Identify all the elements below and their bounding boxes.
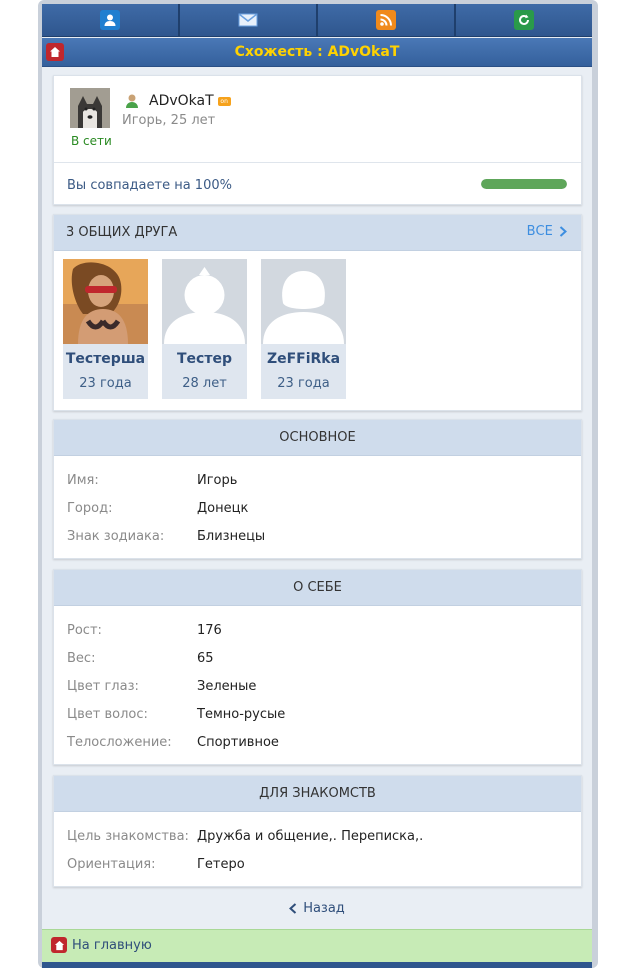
match-progress-bar [481, 179, 567, 189]
common-friends-header: 3 ОБЩИХ ДРУГА ВСЕ [54, 215, 581, 251]
basic-info-heading: ОСНОВНОЕ [279, 430, 356, 445]
contacts-icon [100, 10, 120, 30]
profile-card: ADvOkaT on Игорь, 25 лет В сети Вы совпад… [53, 75, 582, 205]
online-badge-icon: on [217, 96, 231, 106]
nav-mail-button[interactable] [180, 4, 318, 37]
common-friends-card: 3 ОБЩИХ ДРУГА ВСЕ Тестерша 23 года Тесте… [53, 214, 582, 411]
username-text: ADvOkaT [149, 93, 214, 109]
info-label: Имя: [67, 473, 99, 488]
friend-name: ZeFFiRka [266, 351, 341, 367]
info-label: Ориентация: [67, 857, 156, 872]
default-male-avatar-icon [162, 259, 247, 344]
title-bar: Схожесть : ADvOkaT [42, 38, 592, 67]
bottom-strip [42, 962, 592, 968]
nav-refresh-button[interactable] [456, 4, 592, 37]
user-avatar[interactable] [70, 88, 110, 128]
friend-age: 23 года [79, 376, 132, 391]
default-female-avatar-icon [261, 259, 346, 344]
back-link[interactable]: Назад [42, 901, 592, 916]
info-value: Зеленые [197, 679, 257, 694]
info-label: Вес: [67, 651, 96, 666]
about-card: О СЕБЕ Рост: 176 Вес: 65 Цвет глаз: Зеленые… [53, 569, 582, 765]
about-heading: О СЕБЕ [293, 580, 342, 595]
common-friends-heading: 3 ОБЩИХ ДРУГА [66, 225, 178, 240]
page-title: Схожесть : ADvOkaT [234, 44, 400, 60]
divider [54, 162, 581, 163]
friend-age: 28 лет [182, 376, 227, 391]
info-label: Цвет глаз: [67, 679, 139, 694]
back-label: Назад [303, 901, 345, 916]
basic-info-header: ОСНОВНОЕ [54, 420, 581, 456]
info-label: Цвет волос: [67, 707, 148, 722]
info-value: Спортивное [197, 735, 279, 750]
friend-photo [63, 259, 148, 344]
all-friends-label: ВСЕ [526, 224, 553, 239]
friend-name: Тестерша [65, 351, 146, 367]
info-value: Дружба и общение,. Переписка,. [197, 829, 424, 844]
rss-icon [376, 10, 396, 30]
match-progress-fill [481, 179, 567, 189]
info-value: Игорь [197, 473, 238, 488]
home-icon [51, 937, 67, 953]
dating-heading: ДЛЯ ЗНАКОМСТВ [259, 786, 376, 801]
chevron-left-icon [289, 903, 297, 914]
friend-age: 23 года [277, 376, 330, 391]
user-name-age: Игорь, 25 лет [122, 113, 216, 128]
info-value: Близнецы [197, 529, 266, 544]
page-container: Схожесть : ADvOkaT ADvOkaT on Игорь, 25 л… [42, 4, 592, 968]
refresh-icon [514, 10, 534, 30]
about-header: О СЕБЕ [54, 570, 581, 606]
nav-rss-button[interactable] [318, 4, 456, 37]
info-value: Донецк [197, 501, 249, 516]
info-label: Рост: [67, 623, 102, 638]
friend-name: Тестер [177, 351, 232, 367]
user-icon [124, 93, 140, 113]
mail-icon [238, 10, 258, 30]
home-link-label: На главную [72, 938, 152, 953]
nav-contacts-button[interactable] [42, 4, 180, 37]
info-label: Знак зодиака: [67, 529, 165, 544]
chevron-right-icon [559, 226, 567, 237]
basic-info-card: ОСНОВНОЕ Имя: Игорь Город: Донецк Знак зод… [53, 419, 582, 559]
friend-card[interactable]: ZeFFiRka 23 года [261, 259, 346, 399]
info-value: Гетеро [197, 857, 245, 872]
friend-card[interactable]: Тестер 28 лет [162, 259, 247, 399]
top-navigation [42, 4, 592, 37]
info-label: Телосложение: [67, 735, 172, 750]
all-friends-link[interactable]: ВСЕ [527, 224, 567, 239]
dating-card: ДЛЯ ЗНАКОМСТВ Цель знакомства: Дружба и о… [53, 775, 582, 887]
match-text: Вы совпадаете на 100% [67, 178, 232, 193]
info-value: 176 [197, 623, 222, 638]
info-label: Цель знакомства: [67, 829, 189, 844]
dating-header: ДЛЯ ЗНАКОМСТВ [54, 776, 581, 812]
online-status: В сети [71, 134, 112, 148]
friend-card[interactable]: Тестерша 23 года [63, 259, 148, 399]
info-label: Город: [67, 501, 113, 516]
info-value: Темно-русые [197, 707, 286, 722]
home-link-bar[interactable]: На главную [42, 929, 592, 962]
username: ADvOkaT on [149, 93, 231, 109]
info-value: 65 [197, 651, 214, 666]
